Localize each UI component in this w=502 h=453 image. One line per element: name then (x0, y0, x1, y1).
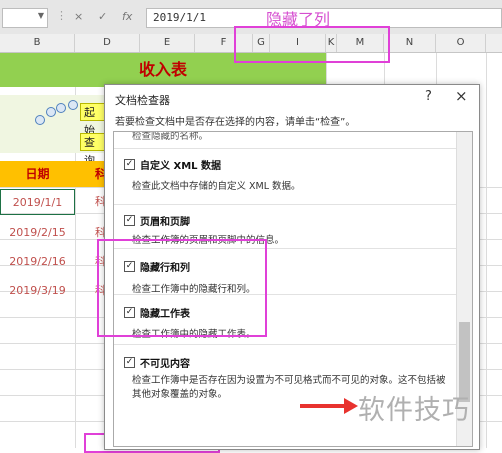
start-button[interactable]: 起始 (80, 103, 106, 137)
close-icon[interactable]: × (455, 87, 468, 105)
category-column-header[interactable]: 科 (75, 161, 107, 187)
date-cell[interactable]: 2019/2/16 (0, 249, 75, 275)
drag-handle-icon[interactable]: ⋮ (56, 9, 67, 22)
hidden-columns-note: 隐藏了列 (266, 10, 331, 29)
highlight-box-hidden-items (97, 239, 267, 337)
dialog-instruction: 若要检查文档中是否存在选择的内容，请单击“检查”。 (115, 117, 356, 128)
column-header-b[interactable]: B (0, 34, 75, 52)
section-title: 页眉和页脚 (140, 217, 190, 228)
invisible-content-checkbox[interactable]: ✓ (124, 357, 135, 368)
bubble-icon (56, 103, 66, 113)
red-arrow-head (344, 398, 358, 414)
confirm-icon[interactable]: ✓ (98, 10, 107, 23)
bubble-icon (35, 115, 45, 125)
header-footer-checkbox[interactable]: ✓ (124, 215, 135, 226)
custom-xml-checkbox[interactable]: ✓ (124, 159, 135, 170)
hidden-columns-highlight (234, 26, 390, 63)
partial-section-desc: 检查隐藏的名称。 (132, 131, 209, 142)
column-header-o[interactable]: O (436, 34, 486, 52)
cancel-icon[interactable]: × (74, 10, 83, 23)
bubble-icon (46, 107, 56, 117)
formula-value: 2019/1/1 (153, 11, 206, 24)
help-icon[interactable]: ? (425, 89, 432, 104)
chevron-down-icon[interactable]: ▼ (38, 11, 44, 20)
gridline (486, 53, 487, 448)
insert-function-icon[interactable]: fx (122, 10, 132, 23)
section-desc: 检查此文档中存储的自定义 XML 数据。 (132, 181, 301, 192)
date-cell[interactable]: 2019/2/15 (0, 220, 75, 246)
column-header-e[interactable]: E (140, 34, 195, 52)
watermark: 软件技巧 (358, 395, 470, 426)
column-header-n[interactable]: N (384, 34, 436, 52)
date-cell[interactable]: 2019/1/1 (0, 189, 75, 215)
section-title: 自定义 XML 数据 (140, 161, 221, 172)
red-arrow (300, 404, 348, 408)
bubble-icon (68, 100, 78, 110)
section-custom-xml: ✓ 自定义 XML 数据 检查此文档中存储的自定义 XML 数据。 (114, 148, 456, 205)
column-header-d[interactable]: D (75, 34, 140, 52)
section-title: 不可见内容 (140, 359, 190, 370)
dialog-title: 文档检查器 (115, 94, 170, 107)
query-button[interactable]: 查询 (80, 133, 106, 167)
date-cell[interactable]: 2019/3/19 (0, 278, 75, 304)
name-box[interactable]: ▼ (2, 8, 48, 28)
date-column-header[interactable]: 日期 (0, 161, 75, 187)
